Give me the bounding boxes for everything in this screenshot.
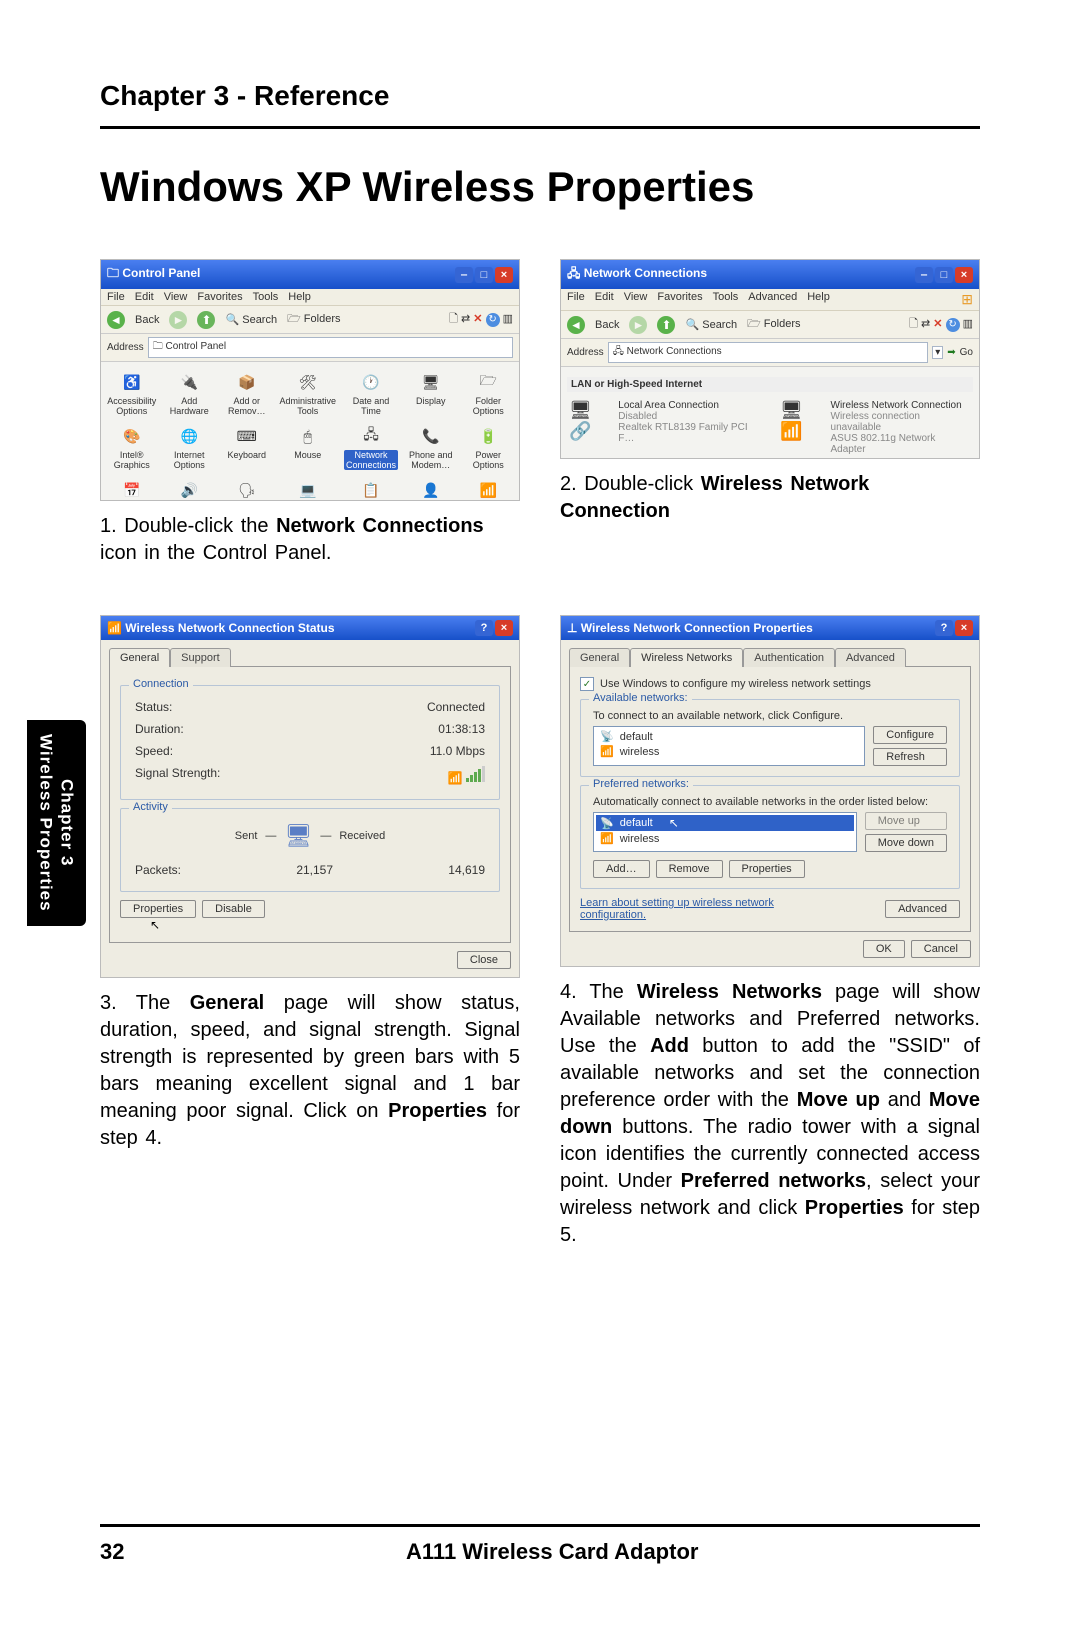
sounds-icon[interactable]: 🔊Sounds and Audio Devices [164,478,213,501]
status-dialog-screenshot: 📶 Wireless Network Connection Status?× G… [100,615,520,978]
configure-button[interactable]: Configure [873,726,947,744]
window-title: 🖧 Network Connections [567,264,707,285]
lan-group: LAN or High-Speed Internet [567,377,973,392]
toolbar: ◄Back►⬆🔍 Search🗁 Folders🗋 ⇄ ✕ ↻ ▥ [561,311,979,339]
available-networks-list[interactable]: 📡default 📶wireless [593,726,865,766]
admin-tools-icon[interactable]: 🛠Administrative Tools [279,370,336,416]
folder-options-icon[interactable]: 🗁Folder Options [464,370,513,416]
address-label: Address [107,342,144,353]
close-icon: × [495,267,513,283]
window-title: 🗀 Control Panel [107,264,200,285]
remove-button[interactable]: Remove [656,860,723,878]
graphics-icon[interactable]: 🎨Intel® Graphics [107,424,156,470]
chapter-heading: Chapter 3 - Reference [100,80,980,129]
user-accounts-icon[interactable]: 👤User Accounts [406,478,455,501]
move-down-button[interactable]: Move down [865,834,947,852]
page-footer: 32 A111 Wireless Card Adaptor [100,1524,980,1565]
page-number: 32 [100,1539,124,1565]
minimize-icon: ‒ [915,267,933,283]
activity-icon: 🖥 [284,823,312,849]
forward-icon[interactable]: ► [169,311,187,329]
taskbar-icon[interactable]: 📋Taskbar and Start Menu [344,478,398,501]
add-remove-icon[interactable]: 📦Add or Remov… [222,370,271,416]
preferred-networks-list[interactable]: 📡default↖ 📶wireless [593,812,857,852]
properties-dialog-screenshot: ⊥ Wireless Network Connection Properties… [560,615,980,967]
tab-support[interactable]: Support [170,648,231,667]
tab-advanced[interactable]: Advanced [835,648,906,667]
step-4: 4. The Wireless Networks page will show … [560,979,980,1249]
page-title: Windows XP Wireless Properties [100,163,980,211]
system-icon[interactable]: 💻System [279,478,336,501]
accessibility-icon[interactable]: ♿Accessibility Options [107,370,156,416]
tab-authentication[interactable]: Authentication [743,648,835,667]
date-time-icon[interactable]: 🕐Date and Time [344,370,398,416]
control-panel-icons: ♿Accessibility Options 🔌Add Hardware 📦Ad… [101,362,519,501]
side-tab: Chapter 3Wireless Properties [27,720,86,926]
learn-link[interactable]: Learn about setting up wireless network … [580,897,810,921]
lan-connection[interactable]: 🖥🔗Local Area ConnectionDisabledRealtek R… [569,400,760,455]
up-icon[interactable]: ⬆ [197,311,215,329]
advanced-button[interactable]: Advanced [885,900,960,918]
network-connections-screenshot: 🖧 Network Connections ‒□× FileEditViewFav… [560,259,980,459]
add-button[interactable]: Add… [593,860,650,878]
phone-modem-icon[interactable]: 📞Phone and Modem… [406,424,455,470]
speech-icon[interactable]: 🗣Speech [222,478,271,501]
maximize-icon: □ [935,267,953,283]
address-field[interactable]: 🗀 Control Panel [148,337,513,358]
step-3: 3. The General page will show status, du… [100,990,520,1152]
signal-strength-icon: 📶 [448,766,485,785]
keyboard-icon[interactable]: ⌨Keyboard [222,424,271,470]
disable-button[interactable]: Disable [202,900,265,918]
move-up-button[interactable]: Move up [865,812,947,830]
cursor-icon: ↖ [669,816,679,830]
help-icon: ? [475,620,493,636]
cancel-button[interactable]: Cancel [911,940,971,958]
internet-options-icon[interactable]: 🌐Internet Options [164,424,213,470]
display-icon[interactable]: 🖥Display [406,370,455,416]
tab-wireless-networks[interactable]: Wireless Networks [630,648,743,667]
menu-bar: FileEditViewFavoritesToolsHelp [101,289,519,306]
dialog-title: 📶 Wireless Network Connection Status [107,621,335,635]
close-button[interactable]: Close [457,951,511,969]
wireless-link-icon[interactable]: 📶Wireless Link [464,478,513,501]
power-options-icon[interactable]: 🔋Power Options [464,424,513,470]
cursor-icon: ↖ [150,918,160,932]
mouse-icon[interactable]: 🖱Mouse [279,424,336,470]
wlan-connection[interactable]: 🖥📶Wireless Network ConnectionWireless co… [780,400,971,455]
add-hardware-icon[interactable]: 🔌Add Hardware [164,370,213,416]
use-windows-checkbox[interactable]: ✓ [580,677,594,691]
tab-general[interactable]: General [109,648,170,667]
menu-bar: FileEditViewFavoritesToolsAdvancedHelp⊞ [561,289,979,311]
network-connections-icon[interactable]: 🖧Network Connections [344,424,398,470]
step-1: 1. Double-click the Network Connections … [100,513,520,567]
tab-general[interactable]: General [569,648,630,667]
product-name: A111 Wireless Card Adaptor [406,1539,698,1565]
help-icon: ? [935,620,953,636]
control-panel-screenshot: 🗀 Control Panel ‒□× FileEditViewFavorites… [100,259,520,501]
step-2: 2. Double-click Wireless Network Connect… [560,471,980,525]
maximize-icon: □ [475,267,493,283]
close-icon: × [955,267,973,283]
back-icon[interactable]: ◄ [107,311,125,329]
toolbar: ◄Back ► ⬆ 🔍 Search 🗁 Folders 🗋 ⇄ ✕ ↻ ▥ [101,306,519,334]
close-icon: × [495,620,513,636]
address-field[interactable]: 🖧 Network Connections [608,342,929,363]
properties-button[interactable]: Properties [120,900,196,918]
dialog-title: ⊥ Wireless Network Connection Properties [567,621,813,635]
scheduled-tasks-icon[interactable]: 📅Scheduled Tasks [107,478,156,501]
back-icon[interactable]: ◄ [567,316,585,334]
minimize-icon: ‒ [455,267,473,283]
ok-button[interactable]: OK [863,940,905,958]
properties-button[interactable]: Properties [729,860,805,878]
close-icon: × [955,620,973,636]
refresh-button[interactable]: Refresh [873,748,947,766]
